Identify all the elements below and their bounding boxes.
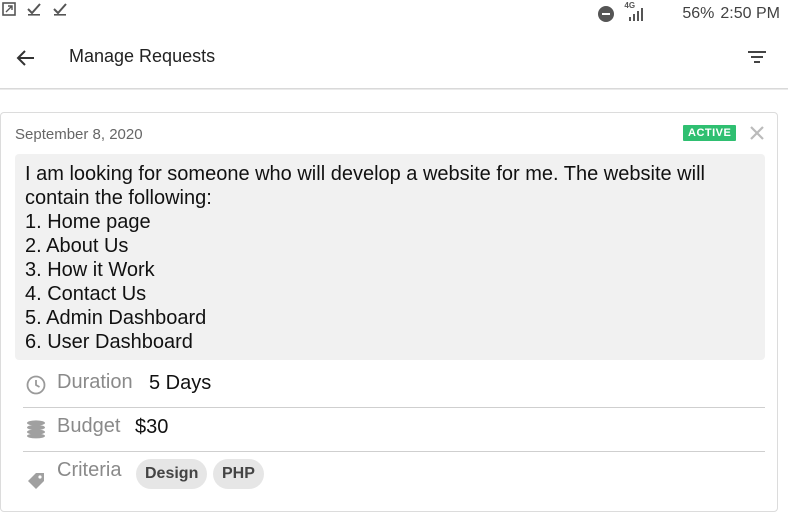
description-line: contain the following: (25, 187, 212, 209)
back-button[interactable] (12, 44, 40, 72)
filter-icon (748, 51, 766, 63)
close-button[interactable] (747, 123, 767, 143)
criteria-tag[interactable]: PHP (213, 459, 264, 489)
request-date: September 8, 2020 (15, 126, 143, 143)
page-title: Manage Requests (69, 46, 216, 66)
description-line: 3. How it Work (25, 259, 155, 281)
budget-label: Budget (57, 415, 121, 437)
description-line: 5. Admin Dashboard (25, 307, 207, 329)
clock-icon (25, 374, 47, 396)
description-line: 6. User Dashboard (25, 331, 193, 353)
duration-row: Duration 5 Days (23, 364, 765, 408)
filter-button[interactable] (744, 44, 770, 70)
check-icon (27, 3, 41, 16)
check-icon (53, 3, 67, 16)
description-line: 2. About Us (25, 235, 129, 257)
coins-icon (25, 418, 47, 440)
criteria-label: Criteria (57, 459, 122, 481)
duration-value: 5 Days (149, 372, 212, 394)
request-description: I am looking for someone who will develo… (15, 154, 765, 360)
clock: 2:50 PM (720, 5, 780, 22)
budget-row: Budget $30 (23, 408, 765, 452)
signal-icon: 4G (624, 1, 648, 24)
close-icon (750, 126, 764, 140)
notification-icons (2, 2, 68, 16)
criteria-tag[interactable]: Design (136, 459, 208, 489)
app-bar-shadow (0, 88, 788, 90)
do-not-disturb-icon (598, 6, 615, 22)
status-badge: ACTIVE (683, 125, 737, 141)
status-bar: 4G 56% 2:50 PM (0, 0, 788, 26)
app-bar: Manage Requests (0, 26, 788, 88)
description-line: 1. Home page (25, 211, 151, 233)
request-card: September 8, 2020 ACTIVE I am looking fo… (0, 112, 778, 512)
criteria-row: Criteria Design PHP (23, 452, 765, 496)
battery-percent: 56% (682, 5, 715, 22)
budget-value: $30 (135, 416, 169, 438)
description-line: I am looking for someone who will develo… (25, 163, 705, 185)
arrow-left-icon (16, 50, 34, 66)
screenshot-icon (2, 2, 16, 16)
description-line: 4. Contact Us (25, 283, 147, 305)
duration-label: Duration (57, 371, 133, 393)
tag-icon (25, 470, 47, 492)
